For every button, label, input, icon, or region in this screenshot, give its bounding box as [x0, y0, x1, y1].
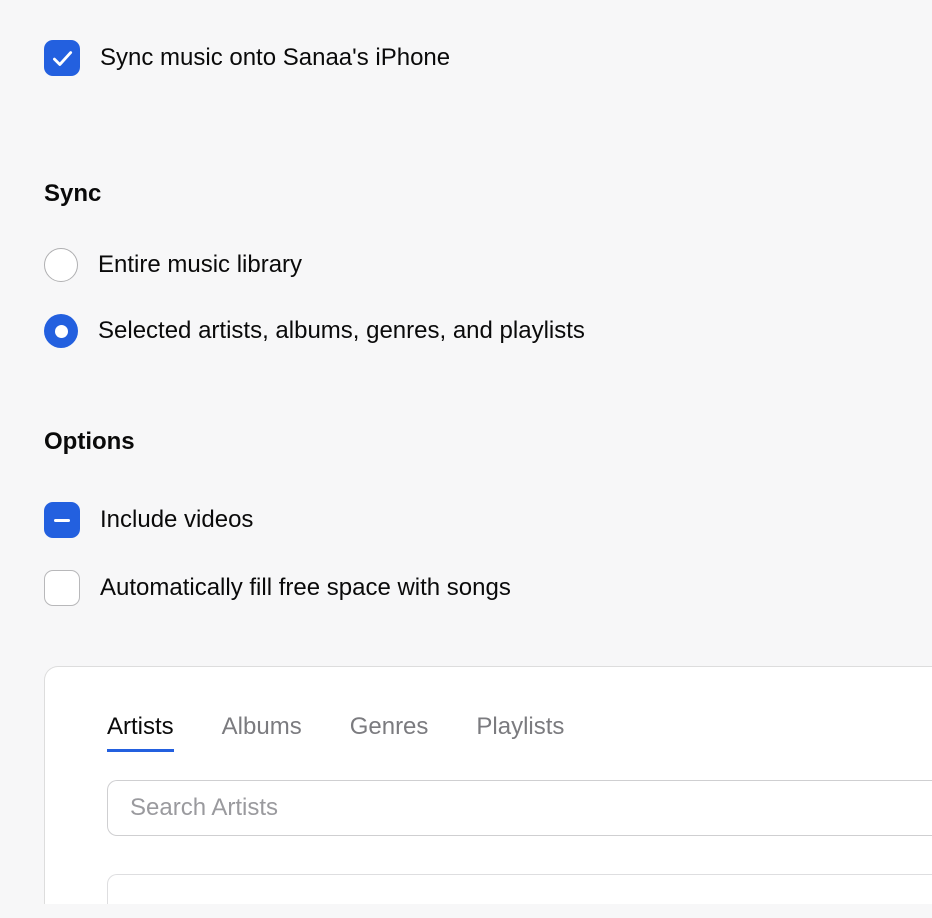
sync-music-label: Sync music onto Sanaa's iPhone — [100, 44, 450, 72]
include-videos-checkbox[interactable] — [44, 502, 80, 538]
tab-albums[interactable]: Albums — [222, 713, 302, 752]
search-input[interactable] — [107, 780, 932, 836]
radio-dot-icon — [55, 325, 68, 338]
content-panel: Artists Albums Genres Playlists — [44, 666, 932, 904]
tab-genres[interactable]: Genres — [350, 713, 429, 752]
autofill-label: Automatically fill free space with songs — [100, 574, 511, 602]
sync-heading: Sync — [44, 180, 932, 208]
radio-selected-items[interactable] — [44, 314, 78, 348]
checkmark-icon — [49, 45, 75, 71]
dash-icon — [54, 519, 70, 522]
radio-entire-library-label: Entire music library — [98, 251, 302, 279]
tabs-bar: Artists Albums Genres Playlists — [107, 713, 932, 752]
sync-music-checkbox[interactable] — [44, 40, 80, 76]
list-container — [107, 874, 932, 904]
tab-playlists[interactable]: Playlists — [476, 713, 564, 752]
radio-entire-library[interactable] — [44, 248, 78, 282]
include-videos-label: Include videos — [100, 506, 253, 534]
tab-artists[interactable]: Artists — [107, 713, 174, 752]
autofill-checkbox[interactable] — [44, 570, 80, 606]
radio-selected-items-label: Selected artists, albums, genres, and pl… — [98, 317, 585, 345]
options-heading: Options — [44, 428, 932, 456]
